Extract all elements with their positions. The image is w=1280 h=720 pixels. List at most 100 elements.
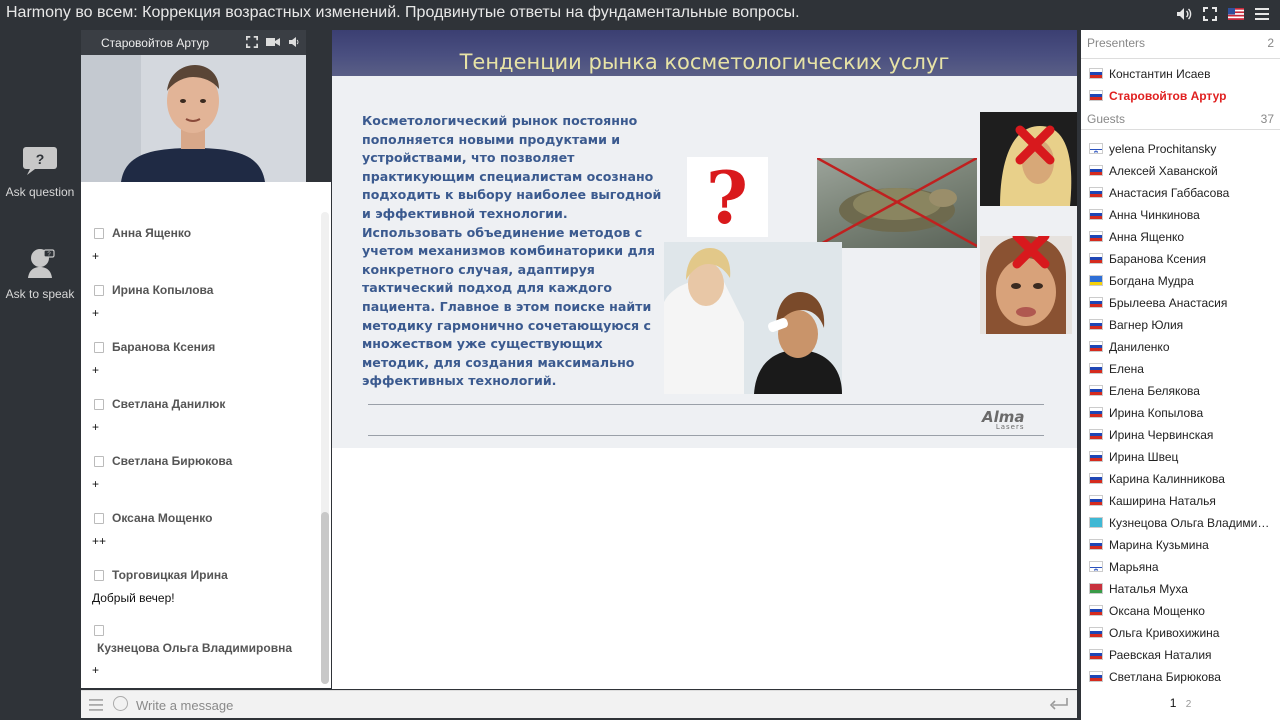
participant-row[interactable]: Константин Исаев — [1081, 63, 1280, 85]
copy-icon[interactable] — [94, 398, 104, 410]
participant-name: Анастасия Габбасова — [1109, 186, 1230, 200]
country-flag-icon — [1089, 605, 1103, 616]
country-flag-icon — [1089, 341, 1103, 352]
participant-row[interactable]: Брылеева Анастасия — [1081, 292, 1280, 314]
participant-row[interactable]: Алексей Хаванской — [1081, 160, 1280, 182]
participant-name: Баранова Ксения — [1109, 252, 1206, 266]
participants-pager: 1 2 — [1081, 696, 1280, 710]
chat-message: Светлана Данилюк + — [92, 397, 322, 434]
participant-name: Карина Калинникова — [1109, 472, 1225, 486]
chat-message: Кузнецова Ольга Владимировна + — [92, 625, 322, 677]
participant-name: Ирина Копылова — [1109, 406, 1204, 420]
participant-name: Марьяна — [1109, 560, 1159, 574]
participant-row[interactable]: Вагнер Юлия — [1081, 314, 1280, 336]
participant-name: Кузнецова Ольга Владимировна — [1109, 516, 1274, 530]
copy-icon[interactable] — [94, 227, 104, 239]
participant-row[interactable]: Светлана Бирюкова — [1081, 666, 1280, 688]
speaker-icon[interactable] — [288, 36, 300, 48]
participant-row[interactable]: Марина Кузьмина — [1081, 534, 1280, 556]
page-2-link[interactable]: 2 — [1186, 699, 1192, 710]
enter-icon[interactable] — [1049, 697, 1069, 716]
participant-name: Богдана Мудра — [1109, 274, 1194, 288]
participant-row[interactable]: Каширина Наталья — [1081, 490, 1280, 512]
presentation-stage: Тенденции рынка косметологических услуг … — [332, 30, 1077, 689]
country-flag-icon — [1089, 275, 1103, 286]
participant-row[interactable]: Марьяна — [1081, 556, 1280, 578]
participant-row[interactable]: Анна Чинкинова — [1081, 204, 1280, 226]
ask-to-speak-button[interactable]: ? Ask to speak — [0, 244, 80, 301]
camera-icon[interactable] — [266, 36, 280, 48]
participant-name: Елена Белякова — [1109, 384, 1200, 398]
participant-row[interactable]: Елена — [1081, 358, 1280, 380]
participant-row[interactable]: Ирина Копылова — [1081, 402, 1280, 424]
country-flag-icon — [1089, 187, 1103, 198]
participant-name: Даниленко — [1109, 340, 1170, 354]
page-1-link[interactable]: 1 — [1170, 696, 1177, 710]
copy-icon[interactable] — [94, 625, 104, 636]
volume-icon[interactable] — [1176, 6, 1192, 22]
participant-name: Каширина Наталья — [1109, 494, 1216, 508]
participant-row[interactable]: Ольга Кривохижина — [1081, 622, 1280, 644]
copy-icon[interactable] — [94, 455, 104, 467]
country-flag-icon — [1089, 297, 1103, 308]
chat-message: Светлана Бирюкова + — [92, 454, 322, 491]
country-flag-icon — [1089, 90, 1103, 101]
participant-row[interactable]: Баранова Ксения — [1081, 248, 1280, 270]
participant-row[interactable]: Старовойтов Артур — [1081, 85, 1280, 107]
participant-name: yelena Prochitansky — [1109, 142, 1217, 156]
copy-icon[interactable] — [94, 341, 104, 353]
participant-row[interactable]: Даниленко — [1081, 336, 1280, 358]
participant-row[interactable]: Кузнецова Ольга Владимировна — [1081, 512, 1280, 534]
copy-icon[interactable] — [94, 284, 104, 296]
country-flag-icon — [1089, 539, 1103, 550]
participant-row[interactable]: Елена Белякова — [1081, 380, 1280, 402]
copy-icon[interactable] — [94, 569, 104, 581]
video-panel: Старовойтов Артур — [81, 30, 306, 182]
svg-text:?: ? — [36, 151, 45, 167]
participant-name: Ирина Червинская — [1109, 428, 1214, 442]
chat-menu-icon[interactable] — [89, 698, 103, 716]
country-flag-icon — [1089, 495, 1103, 506]
country-flag-icon — [1089, 209, 1103, 220]
presenters-header: Presenters 2 — [1081, 30, 1280, 54]
ask-question-label: Ask question — [5, 185, 75, 199]
chat-author: Кузнецова Ольга Владимировна — [97, 641, 293, 655]
country-flag-icon — [1089, 627, 1103, 638]
alma-lasers-logo: Alma Lasers — [982, 408, 1025, 431]
fullscreen-icon[interactable] — [1202, 6, 1218, 22]
copy-icon[interactable] — [94, 512, 104, 524]
participant-row[interactable]: Наталья Муха — [1081, 578, 1280, 600]
chat-scrollbar[interactable] — [321, 512, 329, 684]
chat-author: Ирина Копылова — [112, 283, 214, 297]
chat-panel: Анна Ященко + Ирина Копылова + Баранова … — [81, 182, 331, 688]
participant-row[interactable]: Анна Ященко — [1081, 226, 1280, 248]
hamburger-menu-icon[interactable] — [1254, 6, 1270, 22]
slide-body-text: Косметологический рынок постоянно пополн… — [362, 113, 662, 389]
participant-row[interactable]: yelena Prochitansky — [1081, 138, 1280, 160]
participant-row[interactable]: Ирина Червинская — [1081, 424, 1280, 446]
country-flag-icon — [1089, 319, 1103, 330]
chat-text: + — [92, 663, 100, 677]
chat-text: + — [92, 420, 100, 434]
webinar-title: Harmony во всем: Коррекция возрастных из… — [6, 4, 800, 21]
guests-count: 37 — [1260, 112, 1274, 126]
slide-divider-bottom — [368, 435, 1044, 436]
participant-row[interactable]: Раевская Наталия — [1081, 644, 1280, 666]
smile-icon[interactable] — [113, 696, 128, 711]
chat-text: + — [92, 477, 100, 491]
presenters-label: Presenters — [1087, 36, 1146, 50]
participant-name: Константин Исаев — [1109, 67, 1211, 81]
participant-row[interactable]: Ирина Швец — [1081, 446, 1280, 468]
chat-text: ++ — [92, 534, 107, 548]
message-input[interactable] — [136, 694, 1016, 716]
participant-row[interactable]: Карина Калинникова — [1081, 468, 1280, 490]
us-flag-icon[interactable] — [1228, 6, 1244, 22]
country-flag-icon — [1089, 451, 1103, 462]
participant-row[interactable]: Богдана Мудра — [1081, 270, 1280, 292]
participant-row[interactable]: Анастасия Габбасова — [1081, 182, 1280, 204]
participant-row[interactable]: Оксана Мощенко — [1081, 600, 1280, 622]
fullscreen-icon[interactable] — [246, 36, 258, 48]
ask-to-speak-label: Ask to speak — [5, 287, 75, 301]
ask-question-button[interactable]: ? Ask question — [0, 146, 80, 199]
participant-name: Ольга Кривохижина — [1109, 626, 1220, 640]
